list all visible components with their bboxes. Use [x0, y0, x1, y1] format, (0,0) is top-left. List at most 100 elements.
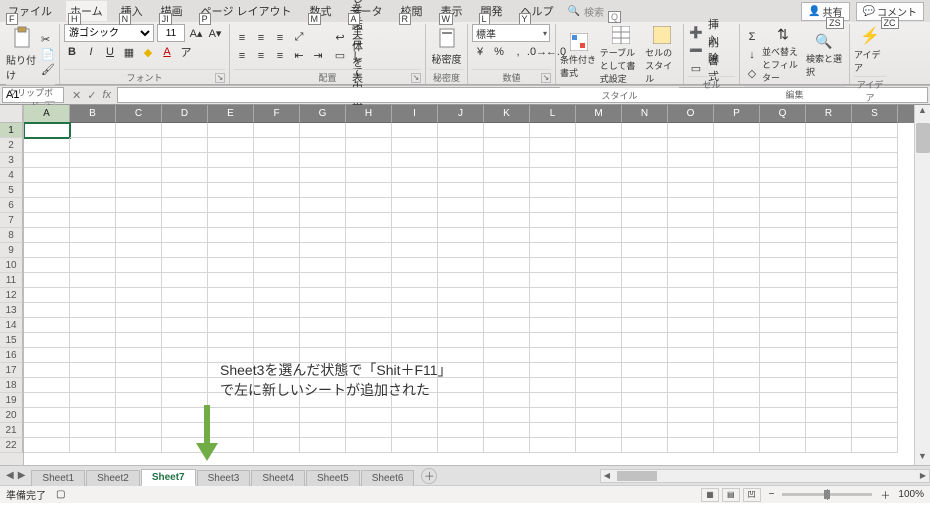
- column-header[interactable]: B: [70, 105, 116, 123]
- cell[interactable]: [484, 228, 530, 243]
- cell[interactable]: [714, 243, 760, 258]
- row-header[interactable]: 12: [0, 288, 23, 303]
- cell[interactable]: [346, 153, 392, 168]
- macro-record-icon[interactable]: ▢: [56, 489, 65, 500]
- cell[interactable]: [162, 168, 208, 183]
- cell[interactable]: [208, 243, 254, 258]
- cell[interactable]: [116, 213, 162, 228]
- cell[interactable]: [116, 243, 162, 258]
- cell[interactable]: [346, 273, 392, 288]
- cell[interactable]: [576, 228, 622, 243]
- align-left-button[interactable]: ≡: [234, 48, 250, 64]
- cell[interactable]: [622, 258, 668, 273]
- cell[interactable]: [714, 303, 760, 318]
- cell[interactable]: [254, 258, 300, 273]
- cell[interactable]: [24, 333, 70, 348]
- cell[interactable]: [576, 363, 622, 378]
- cell[interactable]: [484, 153, 530, 168]
- cell[interactable]: [530, 393, 576, 408]
- cell[interactable]: [392, 123, 438, 138]
- cell[interactable]: [806, 303, 852, 318]
- cell[interactable]: [806, 318, 852, 333]
- column-header[interactable]: E: [208, 105, 254, 123]
- cell[interactable]: [622, 168, 668, 183]
- cell[interactable]: [852, 168, 898, 183]
- sort-filter-button[interactable]: ⇅ 並べ替えとフィルター: [762, 24, 804, 86]
- cell[interactable]: [806, 348, 852, 363]
- row-header[interactable]: 17: [0, 363, 23, 378]
- cell[interactable]: [576, 348, 622, 363]
- cell[interactable]: [530, 183, 576, 198]
- cell[interactable]: [530, 213, 576, 228]
- cell[interactable]: [668, 228, 714, 243]
- cell[interactable]: [760, 288, 806, 303]
- column-header[interactable]: J: [438, 105, 484, 123]
- cell[interactable]: [346, 213, 392, 228]
- cell[interactable]: [392, 303, 438, 318]
- cell[interactable]: [484, 408, 530, 423]
- cell[interactable]: [254, 138, 300, 153]
- cell[interactable]: [300, 168, 346, 183]
- cell[interactable]: [576, 183, 622, 198]
- cell[interactable]: [714, 363, 760, 378]
- cell[interactable]: [24, 258, 70, 273]
- cell[interactable]: [116, 393, 162, 408]
- cell[interactable]: [622, 228, 668, 243]
- cell[interactable]: [70, 303, 116, 318]
- cell[interactable]: [254, 333, 300, 348]
- cell[interactable]: [300, 333, 346, 348]
- find-select-button[interactable]: 🔍 検索と選択: [806, 31, 842, 80]
- cell[interactable]: [668, 243, 714, 258]
- sheet-tab[interactable]: Sheet2: [86, 470, 140, 486]
- cell[interactable]: [70, 258, 116, 273]
- cell[interactable]: [760, 228, 806, 243]
- cell[interactable]: [24, 213, 70, 228]
- cell[interactable]: [116, 273, 162, 288]
- cell[interactable]: [622, 153, 668, 168]
- vertical-scrollbar[interactable]: ▲ ▼: [914, 105, 930, 465]
- cell[interactable]: [162, 348, 208, 363]
- cell[interactable]: [24, 123, 70, 138]
- cell[interactable]: [346, 393, 392, 408]
- cell[interactable]: [392, 318, 438, 333]
- cell[interactable]: [300, 303, 346, 318]
- row-header[interactable]: 3: [0, 153, 23, 168]
- cell[interactable]: [392, 243, 438, 258]
- cell[interactable]: [116, 258, 162, 273]
- cell[interactable]: [116, 138, 162, 153]
- cell[interactable]: [576, 273, 622, 288]
- underline-button[interactable]: U: [102, 44, 118, 60]
- cell[interactable]: [162, 273, 208, 288]
- row-header[interactable]: 7: [0, 213, 23, 228]
- cell[interactable]: [438, 318, 484, 333]
- cell[interactable]: [852, 348, 898, 363]
- tab-draw[interactable]: 描画JI: [157, 1, 187, 21]
- cell[interactable]: [714, 273, 760, 288]
- cell[interactable]: [622, 423, 668, 438]
- cell[interactable]: [162, 438, 208, 453]
- cell[interactable]: [162, 288, 208, 303]
- cell[interactable]: [622, 138, 668, 153]
- cell[interactable]: [576, 408, 622, 423]
- cell[interactable]: [300, 363, 346, 378]
- cell[interactable]: [760, 348, 806, 363]
- cell[interactable]: [576, 168, 622, 183]
- cell[interactable]: [622, 363, 668, 378]
- cell[interactable]: [438, 288, 484, 303]
- cell[interactable]: [576, 243, 622, 258]
- cell[interactable]: [208, 183, 254, 198]
- fill-button[interactable]: ↓: [744, 47, 760, 63]
- cell[interactable]: [806, 423, 852, 438]
- cell[interactable]: [530, 348, 576, 363]
- cell[interactable]: [208, 153, 254, 168]
- cell[interactable]: [392, 348, 438, 363]
- cell[interactable]: [208, 303, 254, 318]
- cell[interactable]: [346, 378, 392, 393]
- cell[interactable]: [254, 153, 300, 168]
- cell[interactable]: [530, 333, 576, 348]
- row-header[interactable]: 22: [0, 438, 23, 453]
- cell[interactable]: [24, 393, 70, 408]
- cell[interactable]: [852, 378, 898, 393]
- cell[interactable]: [622, 378, 668, 393]
- cell[interactable]: [208, 363, 254, 378]
